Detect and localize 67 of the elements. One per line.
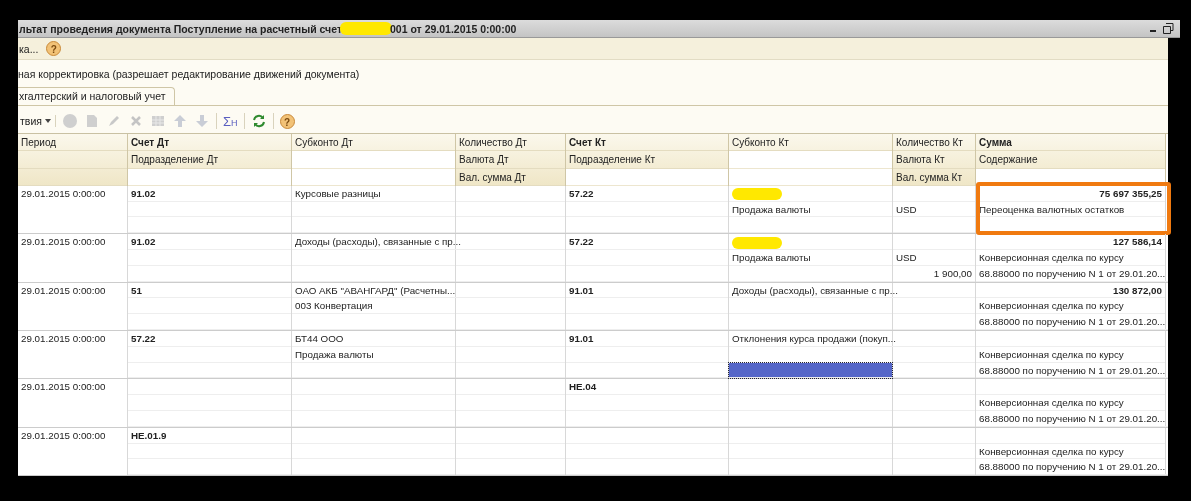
column-header[interactable]: Подразделение Кт <box>566 151 728 169</box>
caret-icon <box>44 119 51 123</box>
table-cell: 75 697 355,25 <box>976 185 1165 202</box>
column-header[interactable]: Вал. сумма Кт <box>893 168 975 186</box>
table-cell: НЕ.01.9 <box>128 427 291 444</box>
table-cell: 51 <box>128 282 291 299</box>
table-cell: 130 872,00 <box>976 282 1165 299</box>
table-cell: 68.88000 по поручению N 1 от 29.01.20... <box>976 265 1169 282</box>
table-cell-text: 29.01.2015 0:00:00 <box>20 380 107 395</box>
table-cell-text: 29.01.2015 0:00:00 <box>20 332 107 347</box>
column-header[interactable]: Счет Кт <box>566 134 728 152</box>
column-header[interactable]: Вал. сумма Дт <box>456 168 565 186</box>
table-cell: Доходы (расходы), связанные с пр... <box>729 282 901 299</box>
table-cell-text: 29.01.2015 0:00:00 <box>20 235 107 250</box>
table-cell: Конверсионная сделка по курсу <box>976 443 1165 460</box>
table-cell: 003 Конвертация <box>292 298 455 315</box>
actions-menu[interactable]: твия <box>20 115 56 127</box>
table-cell-text: 29.01.2015 0:00:00 <box>20 186 107 201</box>
table-cell: Доходы (расходы), связанные с пр... <box>292 234 464 251</box>
table-cell: 127 586,14 <box>976 234 1165 251</box>
table-cell: 1 900,00 <box>893 265 975 282</box>
table-cell: USD <box>893 201 975 218</box>
circle-icon[interactable] <box>61 113 78 129</box>
table-cell: 68.88000 по поручению N 1 от 29.01.20... <box>976 459 1169 476</box>
column-header[interactable]: Количество Кт <box>893 134 975 152</box>
table-cell: Переоценка валютных остатков <box>976 201 1165 218</box>
table-cell: Конверсионная сделка по курсу <box>976 298 1165 315</box>
refresh-icon[interactable] <box>250 113 267 129</box>
table-cell-text: 29.01.2015 0:00:00 <box>20 283 107 298</box>
table-cell: Продажа валюты <box>729 250 892 266</box>
column-header[interactable]: Подразделение Дт <box>128 151 291 169</box>
table-cell: Продажа валюты <box>292 346 455 363</box>
column-header[interactable]: Сумма <box>976 134 1165 152</box>
column-header[interactable]: Содержание <box>976 151 1165 169</box>
table-cell: 91.02 <box>128 234 291 251</box>
help-button[interactable]: ? <box>279 113 295 129</box>
column-header[interactable]: Счет Дт <box>128 134 291 152</box>
table-cell: Отклонения курса продажи (покуп... <box>729 331 899 347</box>
table-cell: USD <box>893 250 975 266</box>
table-cell: 91.01 <box>566 282 728 299</box>
column-header[interactable]: Валюта Кт <box>893 151 975 169</box>
table-cell: 57.22 <box>566 185 728 202</box>
table-cell-text: 29.01.2015 0:00:00 <box>20 428 107 443</box>
menu-item[interactable]: ка... <box>19 42 39 55</box>
restore-icon[interactable] <box>1163 23 1174 34</box>
table-cell: Конверсионная сделка по курсу <box>976 250 1165 266</box>
table-cell: 68.88000 по поручению N 1 от 29.01.20... <box>976 314 1169 331</box>
help-button[interactable]: ? <box>46 41 62 56</box>
window-title: льтат проведения документа Поступление на расчетный счет <box>19 21 343 36</box>
table-cell: НЕ.04 <box>566 379 728 396</box>
table-cell: 68.88000 по поручению N 1 от 29.01.20... <box>976 411 1169 427</box>
table-cell: 57.22 <box>128 331 291 347</box>
column-header[interactable]: Количество Дт <box>456 134 565 152</box>
tab[interactable]: хгалтерский и налоговый учет <box>18 87 175 105</box>
table-cell: Конверсионная сделка по курсу <box>976 346 1165 363</box>
table-cell: ОАО АКБ "АВАНГАРД" (Расчетны... <box>292 282 459 299</box>
table-cell: Курсовые разницы <box>292 185 455 202</box>
table-cell: 91.01 <box>566 331 728 347</box>
table-cell: 68.88000 по поручению N 1 от 29.01.20... <box>976 362 1169 379</box>
column-header[interactable]: Валюта Дт <box>456 151 565 169</box>
table-cell: Конверсионная сделка по курсу <box>976 395 1165 412</box>
table-cell: 91.02 <box>128 185 291 202</box>
table-cell: Продажа валюты <box>729 201 892 218</box>
checkbox-label[interactable]: ная корректировка (разрешает редактирование движений документа) <box>18 68 360 80</box>
grid-icon[interactable] <box>149 113 166 129</box>
table-cell: БТ44 ООО <box>292 331 455 347</box>
table-cell: 57.22 <box>566 234 728 251</box>
